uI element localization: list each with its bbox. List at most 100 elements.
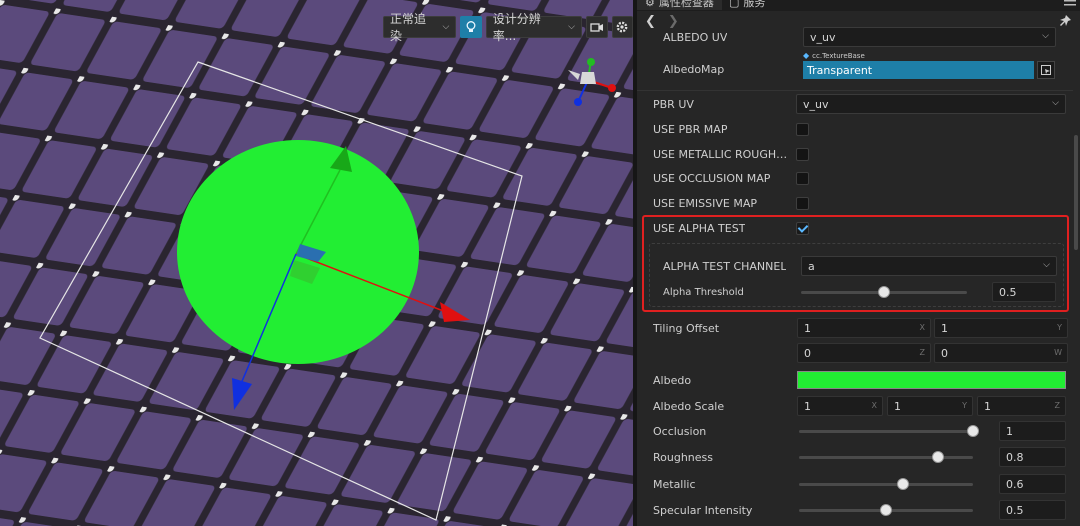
alpha-test-channel-value: a	[808, 259, 815, 273]
tiling-offset-label: Tiling Offset	[653, 321, 720, 335]
albedo-scale-row: Albedo Scale 1 X 1 Y 1 Z	[637, 394, 1073, 418]
chevron-down-icon: ⌵	[1042, 31, 1049, 41]
render-mode-label: 正常追染	[390, 12, 427, 43]
use-occlusion-map-label: USE OCCLUSION MAP	[653, 171, 771, 185]
pbr-uv-value: v_uv	[803, 97, 829, 111]
axis-w-label: W	[1054, 348, 1062, 357]
roughness-slider-knob[interactable]	[932, 451, 945, 463]
metallic-row: Metallic 0.6	[637, 472, 1073, 496]
alpha-threshold-slider-knob[interactable]	[878, 286, 890, 298]
use-pbr-map-checkbox[interactable]	[796, 122, 809, 136]
alpha-test-channel-label: ALPHA TEST CHANNEL	[663, 259, 787, 273]
occlusion-slider-knob[interactable]	[967, 425, 979, 437]
use-alpha-test-row: USE ALPHA TEST	[637, 216, 1073, 240]
albedo-scale-z-input[interactable]: 1 Z	[977, 396, 1066, 416]
scene-canvas[interactable]	[0, 0, 633, 526]
render-mode-dropdown[interactable]: 正常追染 ⌵	[383, 12, 457, 43]
use-occlusion-map-row: USE OCCLUSION MAP	[637, 166, 1073, 190]
metallic-slider-knob[interactable]	[897, 478, 910, 490]
specular-intensity-input[interactable]: 0.5	[999, 500, 1066, 520]
alpha-threshold-row: Alpha Threshold 0.5	[637, 280, 1073, 304]
section-divider	[637, 90, 1073, 91]
scene-settings-button[interactable]	[611, 16, 633, 38]
albedo-map-value: Transparent	[807, 63, 873, 77]
tiling-y-input[interactable]: 1 Y	[934, 318, 1068, 338]
texture-type-label: cc.TextureBase	[812, 51, 865, 60]
albedo-uv-label: ALBEDO UV	[663, 30, 728, 44]
inspector-scrollbar[interactable]	[1074, 135, 1078, 250]
chevron-down-icon: ⌵	[1052, 98, 1059, 108]
roughness-label: Roughness	[653, 450, 714, 464]
albedo-map-label: AlbedoMap	[663, 62, 725, 76]
albedo-uv-select[interactable]: v_uv ⌵	[803, 27, 1056, 47]
metallic-label: Metallic	[653, 477, 696, 491]
albedo-row: Albedo	[637, 368, 1073, 392]
offset-z-input[interactable]: 0 Z	[797, 343, 931, 363]
metallic-slider-track[interactable]	[799, 483, 973, 486]
camera-icon	[590, 23, 603, 32]
albedo-color-swatch[interactable]	[797, 371, 1066, 389]
axis-y-label: Y	[1057, 323, 1062, 332]
tiling-x-input[interactable]: 1 X	[797, 318, 931, 338]
scene-toolbar: 正常追染 ⌵ 设计分辨率... ⌵	[383, 12, 633, 43]
services-tab-icon: ▢	[729, 0, 740, 9]
albedo-scale-x-value: 1	[804, 399, 811, 413]
use-alpha-test-label: USE ALPHA TEST	[653, 221, 746, 235]
gear-icon	[616, 21, 628, 33]
occlusion-slider-track[interactable]	[799, 430, 973, 433]
albedo-map-asset-field[interactable]: Transparent	[803, 61, 1034, 79]
alpha-test-channel-select[interactable]: a ⌵	[801, 256, 1057, 276]
texture-type-tag: ◆ cc.TextureBase	[803, 51, 865, 60]
specular-intensity-row: Specular Intensity 0.5	[637, 498, 1073, 522]
use-metallic-roughness-checkbox[interactable]	[796, 147, 809, 161]
use-emissive-map-checkbox[interactable]	[796, 196, 809, 210]
inspector-tab-icon: ⚙	[645, 0, 655, 9]
roughness-slider-track[interactable]	[799, 456, 973, 459]
scene-viewport[interactable]: 正常追染 ⌵ 设计分辨率... ⌵	[0, 0, 633, 526]
inspector-panel: ⚙ 属性检查器 ▢ 服务 ❮ ❯ ALBEDO UV v_uv ⌵ Albedo…	[637, 0, 1080, 526]
specular-intensity-slider-knob[interactable]	[880, 504, 892, 516]
alpha-threshold-input[interactable]: 0.5	[992, 282, 1056, 302]
resolution-chevron-icon: ⌵	[568, 22, 575, 32]
alpha-threshold-label: Alpha Threshold	[663, 286, 744, 298]
lightbulb-toggle-button[interactable]	[460, 16, 482, 38]
chevron-down-icon: ⌵	[1043, 260, 1050, 270]
roughness-row: Roughness 0.8	[637, 445, 1073, 469]
offset-z-value: 0	[804, 346, 811, 360]
pbr-uv-row: PBR UV v_uv ⌵	[637, 92, 1073, 116]
axis-y-label: Y	[962, 401, 967, 410]
metallic-input[interactable]: 0.6	[999, 474, 1066, 494]
lightbulb-icon	[466, 21, 476, 32]
roughness-input[interactable]: 0.8	[999, 447, 1066, 467]
pbr-uv-label: PBR UV	[653, 97, 694, 111]
tab-inspector[interactable]: ⚙ 属性检查器	[637, 0, 722, 10]
albedo-scale-label: Albedo Scale	[653, 399, 725, 413]
resolution-dropdown[interactable]: 设计分辨率... ⌵	[485, 12, 582, 43]
tab-services[interactable]: ▢ 服务	[729, 0, 765, 10]
pbr-uv-select[interactable]: v_uv ⌵	[796, 94, 1066, 114]
camera-button[interactable]	[586, 16, 608, 38]
albedo-scale-y-value: 1	[894, 399, 901, 413]
panel-menu-icon[interactable]	[1064, 0, 1076, 10]
use-emissive-map-row: USE EMISSIVE MAP	[637, 191, 1073, 215]
offset-w-input[interactable]: 0 W	[934, 343, 1068, 363]
asset-diamond-icon: ◆	[803, 51, 810, 60]
roughness-value: 0.8	[1006, 450, 1024, 464]
asset-locate-button[interactable]	[1037, 61, 1055, 79]
use-alpha-test-checkbox[interactable]	[796, 221, 809, 235]
axis-z-label: Z	[1054, 401, 1060, 410]
albedo-scale-x-input[interactable]: 1 X	[797, 396, 883, 416]
tab-services-label: 服务	[743, 0, 766, 9]
resolution-label: 设计分辨率...	[492, 12, 541, 43]
use-metallic-roughness-row: USE METALLIC ROUGHNE...	[637, 142, 1073, 166]
albedo-scale-y-input[interactable]: 1 Y	[887, 396, 973, 416]
occlusion-input[interactable]: 1	[999, 421, 1066, 441]
offset-w-value: 0	[941, 346, 948, 360]
tab-inspector-label: 属性检查器	[658, 0, 714, 9]
albedo-scale-z-value: 1	[984, 399, 991, 413]
occlusion-label: Occlusion	[653, 424, 707, 438]
occlusion-value: 1	[1006, 424, 1013, 438]
use-occlusion-map-checkbox[interactable]	[796, 171, 809, 185]
use-emissive-map-label: USE EMISSIVE MAP	[653, 196, 757, 210]
render-mode-chevron-icon: ⌵	[442, 22, 450, 32]
